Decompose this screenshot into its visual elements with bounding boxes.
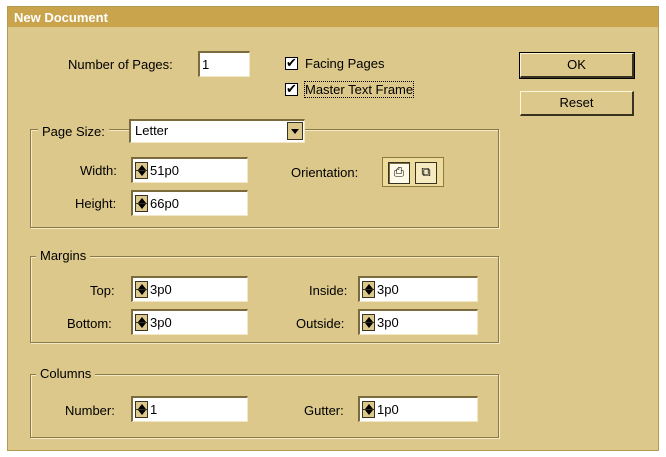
inside-margin-field[interactable]: 3p0: [358, 276, 478, 302]
columns-title: Columns: [36, 366, 96, 381]
stepper-icon[interactable]: [135, 401, 148, 419]
master-text-frame-checkbox[interactable]: ✔: [285, 81, 298, 96]
ok-button[interactable]: OK: [519, 52, 635, 79]
gutter-field[interactable]: 1p0: [358, 396, 478, 422]
height-field[interactable]: 66p0: [131, 190, 248, 216]
master-text-frame-label[interactable]: Master Text Frame: [303, 81, 415, 98]
top-margin-label: Top:: [90, 283, 115, 298]
pages-value: 1: [202, 57, 210, 73]
column-number-value: 1: [150, 402, 158, 418]
stepper-icon[interactable]: [362, 281, 375, 299]
bottom-margin-label: Bottom:: [67, 316, 112, 331]
orientation-label: Orientation:: [291, 165, 359, 180]
new-document-dialog: New Document Number of Pages: 1 ✔ Facing…: [7, 6, 659, 451]
page-size-label: Page Size:: [38, 124, 109, 139]
chevron-down-icon[interactable]: [287, 122, 303, 140]
landscape-orientation-icon[interactable]: ⧉: [415, 162, 437, 184]
width-field[interactable]: 51p0: [131, 157, 248, 183]
facing-pages-checkbox[interactable]: ✔: [285, 55, 298, 70]
stepper-icon[interactable]: [135, 195, 148, 213]
inside-margin-label: Inside:: [309, 283, 348, 298]
pages-label: Number of Pages:: [68, 57, 173, 72]
inside-margin-value: 3p0: [377, 282, 399, 298]
reset-button[interactable]: Reset: [520, 91, 634, 116]
gutter-value: 1p0: [377, 402, 399, 418]
bottom-margin-value: 3p0: [150, 315, 172, 331]
outside-margin-value: 3p0: [377, 315, 399, 331]
portrait-orientation-icon[interactable]: ⎙: [388, 162, 410, 184]
margins-title: Margins: [36, 248, 91, 263]
stepper-icon[interactable]: [135, 162, 148, 180]
stepper-icon[interactable]: [362, 401, 375, 419]
page-size-select[interactable]: Letter: [129, 119, 305, 143]
column-number-field[interactable]: 1: [131, 396, 248, 422]
width-label: Width:: [80, 163, 117, 178]
gutter-label: Gutter:: [304, 403, 344, 418]
check-icon: ✔: [286, 81, 297, 96]
page-size-value: Letter: [135, 123, 169, 138]
outside-margin-label: Outside:: [296, 316, 345, 331]
height-value: 66p0: [150, 196, 179, 212]
height-label: Height:: [75, 196, 117, 211]
width-value: 51p0: [150, 163, 179, 179]
check-icon: ✔: [286, 55, 297, 70]
stepper-icon[interactable]: [135, 281, 148, 299]
pages-field[interactable]: 1: [198, 51, 250, 77]
stepper-icon[interactable]: [135, 314, 148, 332]
top-margin-value: 3p0: [150, 282, 172, 298]
orientation-toggle: ⎙ ⧉: [382, 157, 444, 187]
dialog-title: New Document: [8, 7, 658, 27]
stepper-icon[interactable]: [362, 314, 375, 332]
bottom-margin-field[interactable]: 3p0: [131, 309, 248, 335]
outside-margin-field[interactable]: 3p0: [358, 309, 478, 335]
top-margin-field[interactable]: 3p0: [131, 276, 248, 302]
column-number-label: Number:: [65, 403, 115, 418]
facing-pages-label[interactable]: Facing Pages: [305, 56, 385, 71]
